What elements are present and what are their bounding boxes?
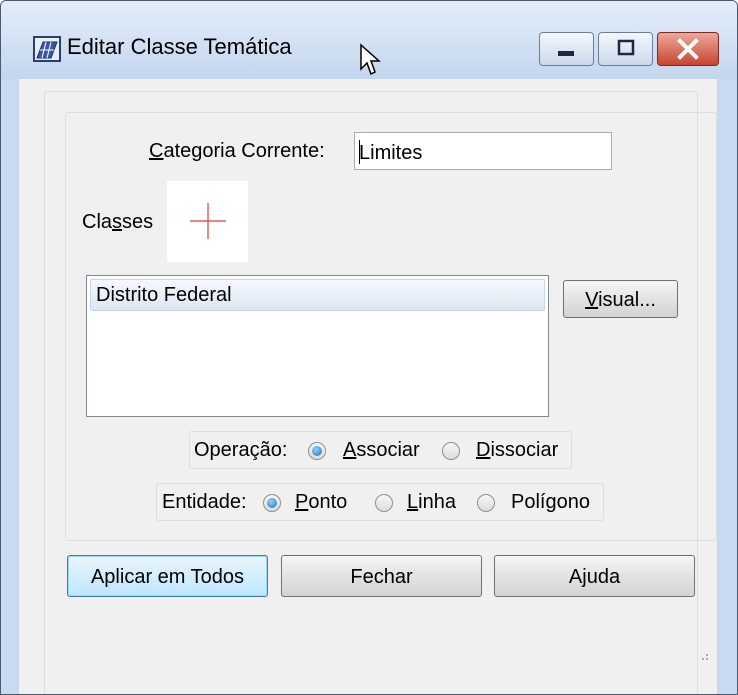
fechar-button[interactable]: Fechar	[281, 555, 482, 597]
aplicar-em-todos-button[interactable]: Aplicar em Todos	[67, 555, 268, 597]
associar-radio[interactable]	[308, 442, 326, 460]
maximize-icon	[617, 39, 635, 56]
entidade-label: Entidade:	[162, 491, 247, 513]
maximize-button[interactable]	[598, 32, 653, 66]
classes-listbox[interactable]: Distrito Federal	[86, 275, 549, 417]
dialog-window: Editar Classe Temática Categoria Corrent…	[0, 0, 738, 695]
arrow-cursor-icon	[360, 43, 381, 76]
resize-grip-icon[interactable]	[693, 645, 711, 663]
title-bar[interactable]: Editar Classe Temática	[1, 1, 737, 79]
associar-label[interactable]: Associar	[343, 439, 420, 462]
text-caret	[359, 140, 360, 164]
linha-label[interactable]: Linha	[407, 491, 456, 514]
symbol-preview[interactable]	[167, 181, 248, 262]
close-icon	[677, 38, 699, 60]
categoria-value: Limites	[359, 142, 423, 164]
categoria-input[interactable]: Limites	[354, 132, 612, 170]
thematic-layer-icon	[33, 36, 61, 62]
minimize-button[interactable]	[539, 32, 594, 66]
ponto-radio[interactable]	[263, 494, 281, 512]
red-cross-icon	[190, 203, 226, 239]
entidade-group: Entidade: Ponto Linha Polígono	[156, 483, 604, 521]
list-item[interactable]: Distrito Federal	[90, 279, 545, 311]
linha-radio[interactable]	[375, 494, 393, 512]
poligono-radio[interactable]	[477, 494, 495, 512]
ajuda-button[interactable]: Ajuda	[494, 555, 695, 597]
operacao-label: Operação:	[194, 439, 288, 461]
list-item-label: Distrito Federal	[96, 284, 232, 306]
dissociar-radio[interactable]	[442, 442, 460, 460]
minimize-icon	[558, 51, 574, 56]
operacao-group: Operação: Associar Dissociar	[189, 431, 572, 469]
classes-label: Classes	[82, 211, 154, 233]
window-title: Editar Classe Temática	[67, 34, 292, 59]
dissociar-label[interactable]: Dissociar	[476, 439, 558, 462]
categoria-label: Categoria Corrente:	[149, 140, 325, 162]
poligono-label[interactable]: Polígono	[511, 491, 590, 514]
ponto-label[interactable]: Ponto	[295, 491, 347, 514]
close-button[interactable]	[657, 32, 719, 66]
visual-button[interactable]: Visual...	[563, 280, 678, 318]
